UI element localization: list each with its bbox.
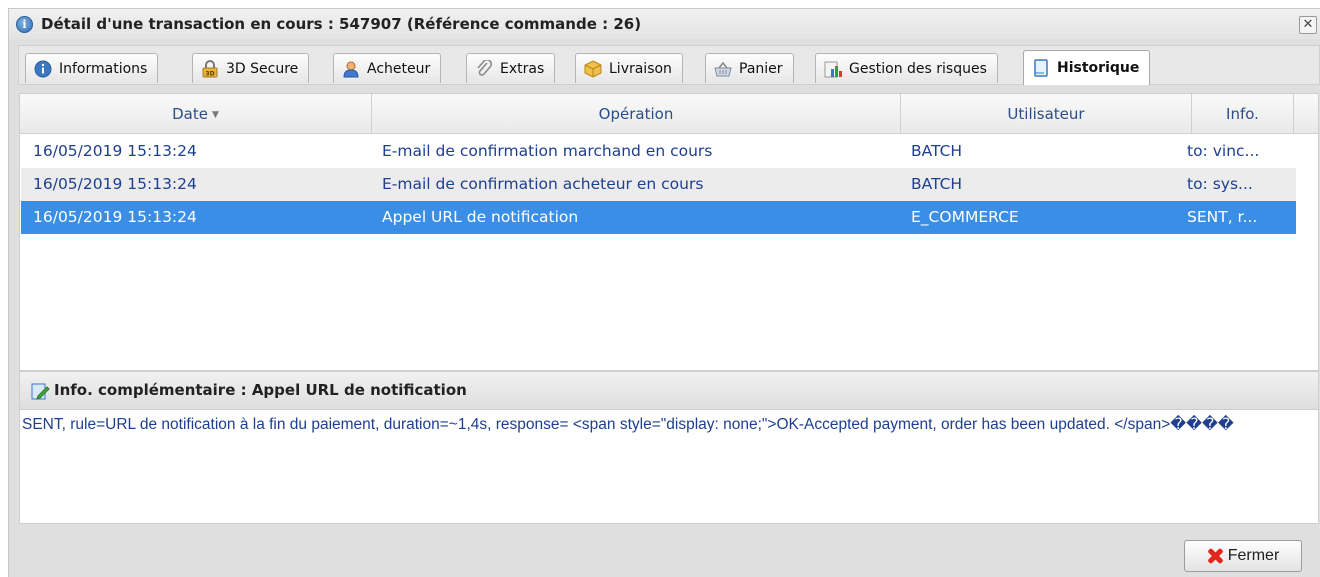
cell-date: 16/05/2019 15:13:24 [33,142,197,160]
table-row[interactable]: 16/05/2019 15:13:24 E-mail de confirmati… [21,135,1296,168]
basket-icon [714,60,732,78]
tab-panier[interactable]: Panier [705,53,794,83]
tab-label: Panier [739,60,783,77]
tab-historique[interactable]: Historique [1023,50,1151,85]
column-header-label: Utilisateur [1007,105,1085,123]
fermer-button-label: Fermer [1227,547,1280,564]
tab-informations[interactable]: Informations [25,53,159,83]
tab-label: Extras [500,60,545,77]
tab-3d-secure[interactable]: 3D 3D Secure [192,53,310,83]
cell-date: 16/05/2019 15:13:24 [33,175,197,193]
lock-3d-icon: 3D [201,59,219,78]
cell-operation: E-mail de confirmation acheteur en cours [382,175,704,193]
svg-text:3D: 3D [205,70,214,77]
tab-gestion-des-risques[interactable]: Gestion des risques [815,53,998,83]
buyer-user-icon [342,60,360,78]
cell-info: SENT, r... [1187,208,1258,226]
history-grid: Date ▼ Opération Utilisateur Info. 16/05/… [19,93,1319,371]
cell-operation: Appel URL de notification [382,208,579,226]
fermer-button[interactable]: Fermer [1184,540,1302,572]
info-icon [34,60,52,78]
column-header-date[interactable]: Date ▼ [20,94,372,134]
additional-info-panel: Info. complémentaire : Appel URL de noti… [19,371,1319,524]
transaction-detail-dialog: i Détail d'une transaction en cours : 54… [8,8,1320,577]
column-header-utilisateur[interactable]: Utilisateur [901,94,1192,134]
package-icon [584,59,602,78]
additional-info-text: SENT, rule=URL de notification à la fin … [22,416,1234,433]
cell-info: to: vinc... [1187,142,1260,160]
tab-strip: Informations 3D 3D Secure Acheteur Extra… [18,45,1320,85]
sort-descending-icon: ▼ [211,109,219,120]
column-header-label: Date [172,105,208,123]
dialog-close-button[interactable]: ✕ [1299,16,1317,34]
column-header-info[interactable]: Info. [1192,94,1294,134]
dialog-title: Détail d'une transaction en cours : 5479… [41,15,642,33]
tab-extras[interactable]: Extras [466,53,556,83]
tab-livraison[interactable]: Livraison [575,53,683,83]
additional-info-title: Info. complémentaire : Appel URL de noti… [54,381,467,399]
tab-label: Historique [1057,60,1140,76]
paperclip-icon [475,58,493,78]
additional-info-header: Info. complémentaire : Appel URL de noti… [20,372,1318,410]
column-header-operation[interactable]: Opération [372,94,901,134]
cell-user: BATCH [911,142,963,160]
scroll-icon [1032,59,1050,77]
dialog-titlebar[interactable]: i Détail d'une transaction en cours : 54… [9,9,1320,39]
document-edit-icon [30,381,50,401]
cell-date: 16/05/2019 15:13:24 [33,208,197,226]
column-header-label: Info. [1226,105,1259,123]
table-row-selected[interactable]: 16/05/2019 15:13:24 Appel URL de notific… [21,201,1296,234]
cell-operation: E-mail de confirmation marchand en cours [382,142,713,160]
grid-header: Date ▼ Opération Utilisateur Info. [20,94,1318,134]
tab-acheteur[interactable]: Acheteur [333,53,442,83]
table-row[interactable]: 16/05/2019 15:13:24 E-mail de confirmati… [21,168,1296,201]
tab-label: Livraison [609,60,672,77]
info-icon: i [16,16,33,33]
cell-info: to: sys... [1187,175,1253,193]
cell-user: BATCH [911,175,963,193]
cell-user: E_COMMERCE [911,208,1019,226]
tab-label: Acheteur [367,60,431,77]
tab-label: Gestion des risques [849,60,987,77]
column-header-label: Opération [598,105,674,123]
close-x-icon [1207,548,1223,564]
tab-label: Informations [59,60,148,77]
tab-label: 3D Secure [226,60,299,77]
risk-chart-icon [824,60,842,78]
